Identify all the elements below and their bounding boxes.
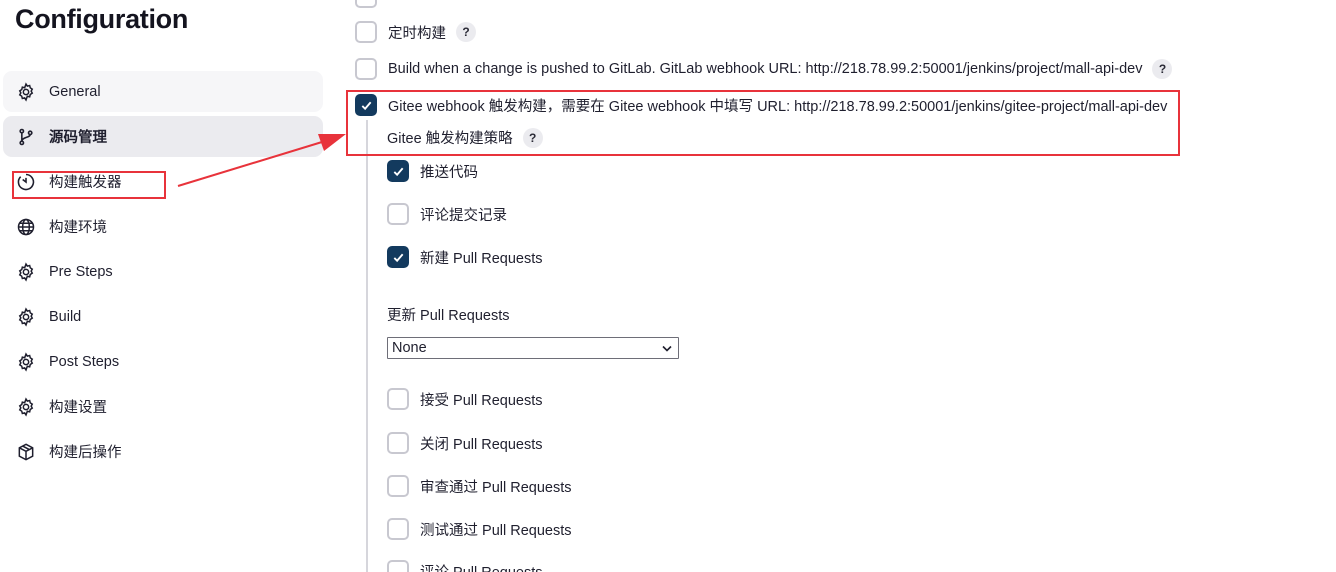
jenkins-configuration-page: Configuration General 源码管理 构建触发器 构建环境 Pr… [0,0,1336,572]
annotation-arrow [177,134,346,187]
